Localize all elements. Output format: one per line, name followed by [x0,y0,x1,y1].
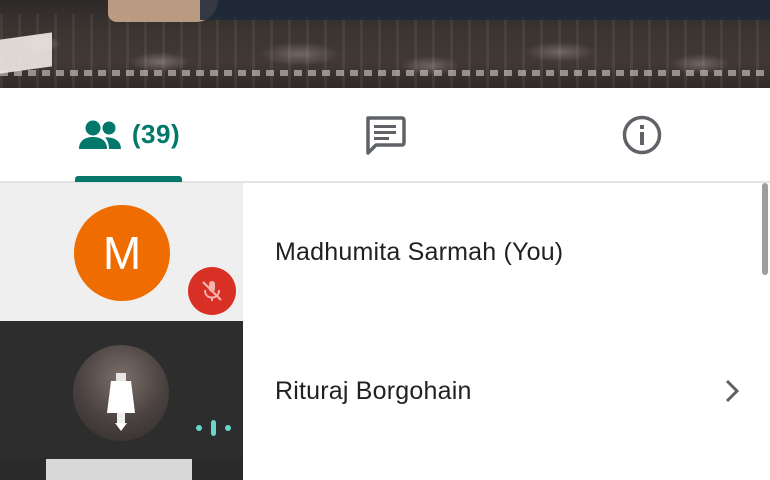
avatar [73,345,169,441]
participant-tile [0,459,243,480]
participant-row[interactable]: Rituraj Borgohain [0,321,770,459]
chat-icon [366,115,406,155]
chevron-right-icon[interactable] [720,377,744,405]
tab-info[interactable] [592,88,692,181]
participant-tile: M [0,183,243,321]
participant-list: M Madhumita Sarmah (You) Rituraj Borgoha… [0,183,770,480]
info-icon [622,115,662,154]
participant-count: (39) [131,119,181,149]
tab-people[interactable]: (39) [75,88,183,181]
active-tab-indicator [75,176,182,182]
avatar-letter: M [102,227,142,279]
video-carpet-border [0,70,770,76]
participant-row[interactable] [0,459,770,480]
participant-name: Rituraj Borgohain [275,377,472,405]
participant-name: Madhumita Sarmah (You) [275,238,564,266]
tab-chat[interactable] [335,88,435,181]
bell-icon [107,373,135,431]
people-icon [78,120,121,149]
audio-level-icon [196,420,231,436]
participant-video-thumbnail [46,459,192,480]
scrollbar[interactable] [762,183,768,275]
video-shadow [200,0,770,20]
avatar: M [74,205,170,301]
tab-bar: (39) [0,88,770,183]
video-background [0,14,770,88]
participant-row[interactable]: M Madhumita Sarmah (You) [0,183,770,321]
mic-off-icon [188,267,236,315]
video-feed[interactable] [0,0,770,88]
participant-tile [0,321,243,459]
